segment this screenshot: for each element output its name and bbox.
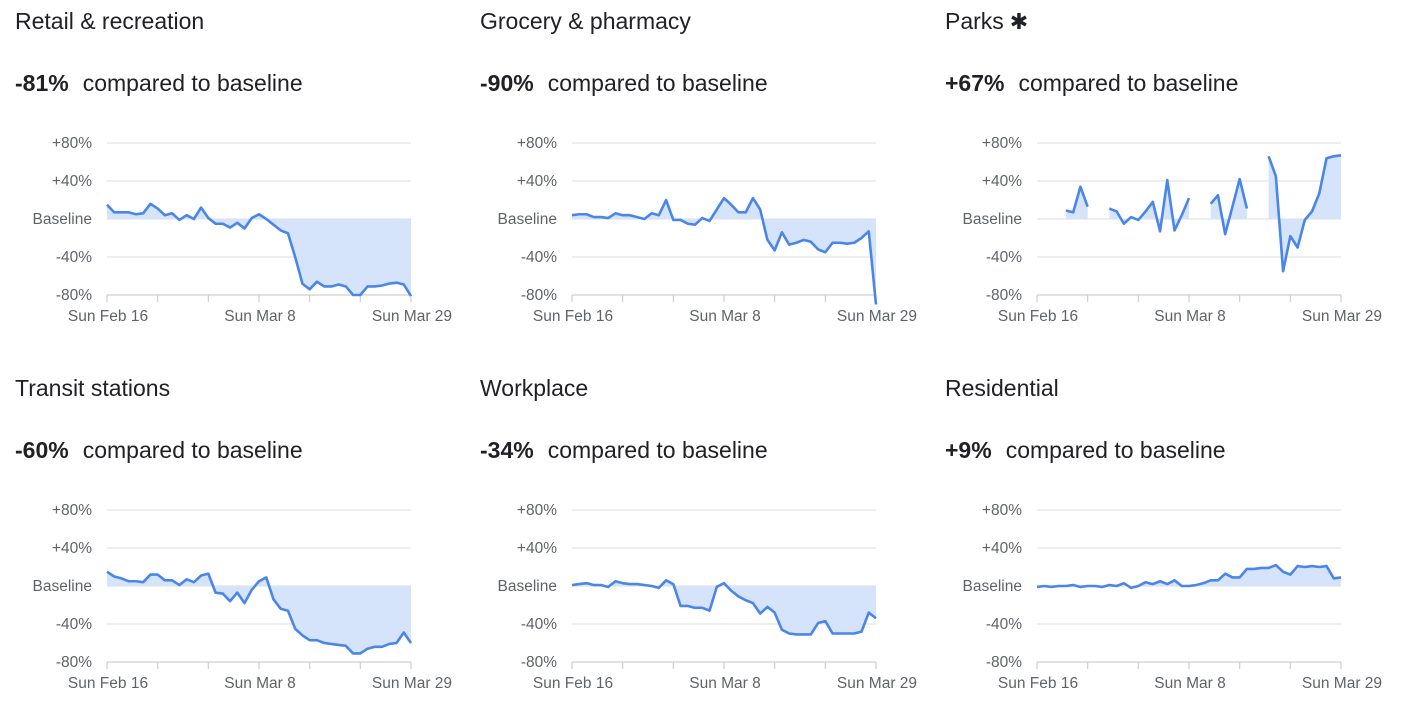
x-tick-label: Sun Feb 16: [533, 675, 613, 692]
chart-title: Retail & recreation: [15, 8, 204, 35]
headline-value: -90%: [480, 70, 534, 96]
y-tick-label: -80%: [521, 654, 557, 671]
chart-title-text: Retail & recreation: [15, 8, 205, 34]
headline-suffix: compared to baseline: [547, 70, 768, 96]
y-tick-label: +80%: [52, 502, 92, 519]
headline: +9% compared to baseline: [945, 437, 1226, 464]
chart-title: Transit stations: [15, 375, 170, 402]
y-tick-label: -80%: [56, 654, 92, 671]
area-fill: [572, 580, 876, 635]
headline: -34% compared to baseline: [480, 437, 768, 464]
chart-panel-0: Retail & recreation -81% compared to basel…: [0, 0, 465, 340]
headline-suffix: compared to baseline: [547, 437, 768, 463]
y-tick-label: +40%: [52, 540, 92, 557]
y-tick-label: -40%: [56, 616, 92, 633]
area-fill: [107, 571, 411, 654]
y-tick-label: Baseline: [963, 578, 1022, 595]
y-tick-label: +80%: [517, 502, 557, 519]
x-tick-label: Sun Mar 29: [837, 675, 917, 692]
y-tick-label: +80%: [982, 135, 1022, 152]
x-tick-label: Sun Feb 16: [533, 308, 613, 325]
line-chart: +80% +40% Baseline -40% -80% Sun Feb 16 Sun Ma…: [33, 502, 453, 692]
y-tick-label: Baseline: [33, 211, 92, 228]
y-tick-label: -40%: [56, 249, 92, 266]
headline: -90% compared to baseline: [480, 70, 768, 97]
headline-suffix: compared to baseline: [82, 70, 303, 96]
headline: +67% compared to baseline: [945, 70, 1238, 97]
area-fill: [107, 203, 411, 296]
headline-value: -81%: [15, 70, 69, 96]
chart-title: Parks ✱: [945, 8, 1028, 35]
headline-value: +9%: [945, 437, 992, 463]
y-tick-label: -80%: [56, 287, 92, 304]
y-tick-label: +40%: [517, 540, 557, 557]
headline: -81% compared to baseline: [15, 70, 303, 97]
headline-value: +67%: [945, 70, 1005, 96]
headline-suffix: compared to baseline: [1018, 70, 1239, 96]
y-tick-label: +40%: [517, 173, 557, 190]
y-tick-label: -40%: [521, 249, 557, 266]
x-tick-label: Sun Mar 8: [689, 675, 761, 692]
y-tick-label: -40%: [986, 616, 1022, 633]
x-tick-label: Sun Mar 8: [689, 308, 761, 325]
chart-panel-5: Residential +9% compared to baseline +80% +4…: [930, 367, 1395, 707]
headline-suffix: compared to baseline: [1005, 437, 1226, 463]
y-tick-label: -80%: [521, 287, 557, 304]
x-tick-label: Sun Feb 16: [68, 308, 148, 325]
chart-title-text: Grocery & pharmacy: [480, 8, 691, 34]
y-tick-label: +80%: [982, 502, 1022, 519]
asterisk-icon: ✱: [1009, 9, 1029, 34]
x-tick-label: Sun Mar 29: [372, 675, 452, 692]
line-chart: +80% +40% Baseline -40% -80% Sun Feb 16 Sun Ma…: [963, 502, 1383, 692]
chart-title: Grocery & pharmacy: [480, 8, 691, 35]
headline-suffix: compared to baseline: [82, 437, 303, 463]
line-chart: +80% +40% Baseline -40% -80% Sun Feb 16 Sun Ma…: [498, 502, 918, 692]
x-tick-label: Sun Mar 29: [1302, 675, 1382, 692]
x-tick-label: Sun Feb 16: [998, 675, 1078, 692]
headline-value: -34%: [480, 437, 534, 463]
y-tick-label: Baseline: [963, 211, 1022, 228]
x-tick-label: Sun Mar 29: [1302, 308, 1382, 325]
series-line: [1108, 178, 1191, 233]
line-chart: +80% +40% Baseline -40% -80% Sun Feb 16 Sun Ma…: [33, 135, 453, 325]
y-tick-label: +40%: [52, 173, 92, 190]
y-tick-label: +40%: [982, 540, 1022, 557]
chart-title-text: Workplace: [480, 375, 589, 401]
chart-title: Workplace: [480, 375, 588, 402]
chart-title: Residential: [945, 375, 1059, 402]
y-tick-label: Baseline: [498, 578, 557, 595]
y-tick-label: +40%: [982, 173, 1022, 190]
y-tick-label: +80%: [517, 135, 557, 152]
chart-title-text: Residential: [945, 375, 1059, 401]
chart-title-text: Transit stations: [15, 375, 171, 401]
x-tick-label: Sun Feb 16: [68, 675, 148, 692]
chart-panel-1: Grocery & pharmacy -90% compared to baseli…: [465, 0, 930, 340]
chart-panel-3: Transit stations -60% compared to baseline…: [0, 367, 465, 707]
y-tick-label: -40%: [986, 249, 1022, 266]
x-tick-label: Sun Mar 8: [224, 675, 296, 692]
y-tick-label: Baseline: [33, 578, 92, 595]
y-tick-label: Baseline: [498, 211, 557, 228]
headline-value: -60%: [15, 437, 69, 463]
line-chart: +80% +40% Baseline -40% -80% Sun Feb 16 Sun Ma…: [963, 135, 1383, 325]
x-tick-label: Sun Mar 29: [372, 308, 452, 325]
x-tick-label: Sun Mar 8: [1154, 308, 1226, 325]
x-tick-label: Sun Mar 29: [837, 308, 917, 325]
chart-panel-4: Workplace -34% compared to baseline +80% +40…: [465, 367, 930, 707]
x-tick-label: Sun Mar 8: [224, 308, 296, 325]
y-tick-label: -80%: [986, 287, 1022, 304]
x-tick-label: Sun Mar 8: [1154, 675, 1226, 692]
x-tick-label: Sun Feb 16: [998, 308, 1078, 325]
line-chart: +80% +40% Baseline -40% -80% Sun Feb 16 Sun Ma…: [498, 135, 918, 325]
y-tick-label: -80%: [986, 654, 1022, 671]
headline: -60% compared to baseline: [15, 437, 303, 464]
y-tick-label: -40%: [521, 616, 557, 633]
y-tick-label: +80%: [52, 135, 92, 152]
chart-panel-2: Parks ✱ +67% compared to baseline +80% +40% Ba…: [930, 0, 1395, 340]
chart-title-text: Parks: [945, 8, 1004, 34]
